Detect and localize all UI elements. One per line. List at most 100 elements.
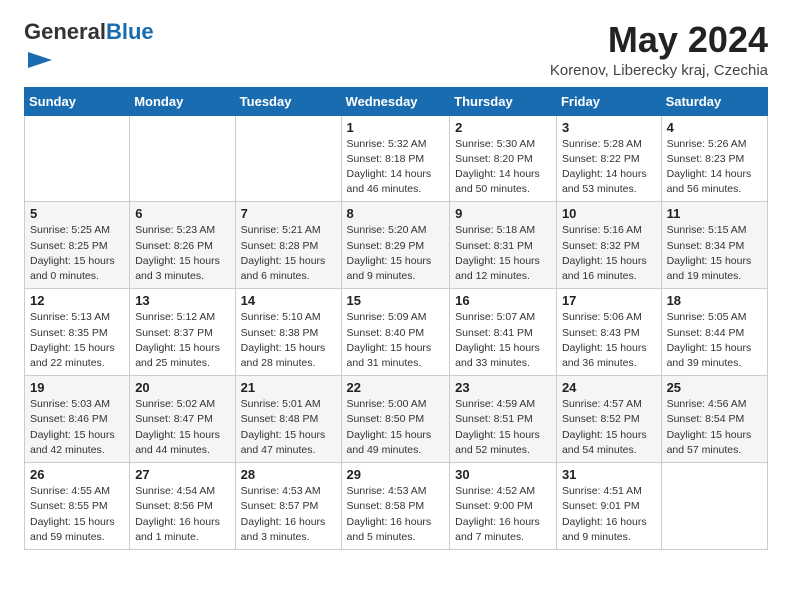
table-row: 17Sunrise: 5:06 AM Sunset: 8:43 PM Dayli… xyxy=(556,289,661,376)
table-row: 30 Sunrise: 4:52 AM Sunset: 9:00 PM Dayli… xyxy=(450,463,557,550)
day-info: Sunrise: 5:03 AM Sunset: 8:46 PM Dayligh… xyxy=(30,397,124,458)
day-number: 29 xyxy=(347,467,445,482)
table-row: 13 Sunrise: 5:12 AM Sunset: 8:37 PM Dayli… xyxy=(130,289,235,376)
page-header: GeneralBlue May 2024 Korenov, Liberecky … xyxy=(24,20,768,79)
col-wednesday: Wednesday xyxy=(341,87,450,115)
calendar-page: GeneralBlue May 2024 Korenov, Liberecky … xyxy=(0,0,792,566)
table-row: 31 Sunrise: 4:51 AM Sunset: 9:01 PM Dayli… xyxy=(556,463,661,550)
day-number: 16 xyxy=(455,293,551,308)
calendar-week-row: 5 Sunrise: 5:25 AM Sunset: 8:25 PM Daylig… xyxy=(25,202,768,289)
day-number: 1 xyxy=(347,120,445,135)
table-row xyxy=(130,115,235,202)
day-number: 6 xyxy=(135,206,229,221)
day-number: 3 xyxy=(562,120,656,135)
logo-icon xyxy=(26,46,54,74)
day-number: 5 xyxy=(30,206,124,221)
table-row: 7Sunrise: 5:21 AM Sunset: 8:28 PM Daylig… xyxy=(235,202,341,289)
table-row: 10Sunrise: 5:16 AM Sunset: 8:32 PM Dayli… xyxy=(556,202,661,289)
table-row: 12 Sunrise: 5:13 AM Sunset: 8:35 PM Dayli… xyxy=(25,289,130,376)
day-number: 26 xyxy=(30,467,124,482)
table-row: 14 Sunrise: 5:10 AM Sunset: 8:38 PM Dayli… xyxy=(235,289,341,376)
day-info: Sunrise: 5:20 AM Sunset: 8:29 PM Dayligh… xyxy=(347,223,445,284)
day-number: 19 xyxy=(30,380,124,395)
calendar-week-row: 12 Sunrise: 5:13 AM Sunset: 8:35 PM Dayli… xyxy=(25,289,768,376)
day-info: Sunrise: 5:21 AM Sunset: 8:28 PM Dayligh… xyxy=(241,223,336,284)
day-info: Sunrise: 4:53 AM Sunset: 8:58 PM Dayligh… xyxy=(347,484,445,545)
day-info: Sunrise: 5:02 AM Sunset: 8:47 PM Dayligh… xyxy=(135,397,229,458)
col-thursday: Thursday xyxy=(450,87,557,115)
table-row: 15 Sunrise: 5:09 AM Sunset: 8:40 PM Dayli… xyxy=(341,289,450,376)
table-row: 24Sunrise: 4:57 AM Sunset: 8:52 PM Dayli… xyxy=(556,376,661,463)
month-year-title: May 2024 xyxy=(550,20,768,60)
table-row: 9Sunrise: 5:18 AM Sunset: 8:31 PM Daylig… xyxy=(450,202,557,289)
day-info: Sunrise: 5:26 AM Sunset: 8:23 PM Dayligh… xyxy=(667,137,762,198)
table-row: 1Sunrise: 5:32 AM Sunset: 8:18 PM Daylig… xyxy=(341,115,450,202)
day-number: 23 xyxy=(455,380,551,395)
col-friday: Friday xyxy=(556,87,661,115)
day-number: 25 xyxy=(667,380,762,395)
day-info: Sunrise: 4:54 AM Sunset: 8:56 PM Dayligh… xyxy=(135,484,229,545)
day-info: Sunrise: 4:51 AM Sunset: 9:01 PM Dayligh… xyxy=(562,484,656,545)
day-info: Sunrise: 5:25 AM Sunset: 8:25 PM Dayligh… xyxy=(30,223,124,284)
day-info: Sunrise: 5:10 AM Sunset: 8:38 PM Dayligh… xyxy=(241,310,336,371)
calendar-header-row: Sunday Monday Tuesday Wednesday Thursday… xyxy=(25,87,768,115)
day-number: 31 xyxy=(562,467,656,482)
col-tuesday: Tuesday xyxy=(235,87,341,115)
day-number: 18 xyxy=(667,293,762,308)
table-row: 18 Sunrise: 5:05 AM Sunset: 8:44 PM Dayli… xyxy=(661,289,767,376)
day-info: Sunrise: 5:28 AM Sunset: 8:22 PM Dayligh… xyxy=(562,137,656,198)
table-row: 3 Sunrise: 5:28 AM Sunset: 8:22 PM Daylig… xyxy=(556,115,661,202)
day-info: Sunrise: 5:15 AM Sunset: 8:34 PM Dayligh… xyxy=(667,223,762,284)
table-row: 19 Sunrise: 5:03 AM Sunset: 8:46 PM Dayli… xyxy=(25,376,130,463)
table-row: 29 Sunrise: 4:53 AM Sunset: 8:58 PM Dayli… xyxy=(341,463,450,550)
day-info: Sunrise: 5:30 AM Sunset: 8:20 PM Dayligh… xyxy=(455,137,551,198)
logo: GeneralBlue xyxy=(24,20,154,74)
col-saturday: Saturday xyxy=(661,87,767,115)
day-info: Sunrise: 4:56 AM Sunset: 8:54 PM Dayligh… xyxy=(667,397,762,458)
location-subtitle: Korenov, Liberecky kraj, Czechia xyxy=(550,62,768,79)
title-block: May 2024 Korenov, Liberecky kraj, Czechi… xyxy=(550,20,768,79)
day-number: 8 xyxy=(347,206,445,221)
day-info: Sunrise: 5:09 AM Sunset: 8:40 PM Dayligh… xyxy=(347,310,445,371)
table-row: 27Sunrise: 4:54 AM Sunset: 8:56 PM Dayli… xyxy=(130,463,235,550)
day-number: 21 xyxy=(241,380,336,395)
table-row: 22 Sunrise: 5:00 AM Sunset: 8:50 PM Dayli… xyxy=(341,376,450,463)
calendar-week-row: 19 Sunrise: 5:03 AM Sunset: 8:46 PM Dayli… xyxy=(25,376,768,463)
day-info: Sunrise: 4:52 AM Sunset: 9:00 PM Dayligh… xyxy=(455,484,551,545)
day-info: Sunrise: 5:12 AM Sunset: 8:37 PM Dayligh… xyxy=(135,310,229,371)
day-info: Sunrise: 5:23 AM Sunset: 8:26 PM Dayligh… xyxy=(135,223,229,284)
day-info: Sunrise: 4:53 AM Sunset: 8:57 PM Dayligh… xyxy=(241,484,336,545)
col-monday: Monday xyxy=(130,87,235,115)
calendar-week-row: 1Sunrise: 5:32 AM Sunset: 8:18 PM Daylig… xyxy=(25,115,768,202)
day-info: Sunrise: 5:00 AM Sunset: 8:50 PM Dayligh… xyxy=(347,397,445,458)
day-info: Sunrise: 5:05 AM Sunset: 8:44 PM Dayligh… xyxy=(667,310,762,371)
table-row: 4Sunrise: 5:26 AM Sunset: 8:23 PM Daylig… xyxy=(661,115,767,202)
table-row xyxy=(661,463,767,550)
table-row: 8 Sunrise: 5:20 AM Sunset: 8:29 PM Daylig… xyxy=(341,202,450,289)
day-number: 2 xyxy=(455,120,551,135)
table-row: 23 Sunrise: 4:59 AM Sunset: 8:51 PM Dayli… xyxy=(450,376,557,463)
table-row: 26Sunrise: 4:55 AM Sunset: 8:55 PM Dayli… xyxy=(25,463,130,550)
day-number: 12 xyxy=(30,293,124,308)
day-number: 10 xyxy=(562,206,656,221)
day-info: Sunrise: 5:07 AM Sunset: 8:41 PM Dayligh… xyxy=(455,310,551,371)
table-row xyxy=(25,115,130,202)
table-row xyxy=(235,115,341,202)
day-number: 13 xyxy=(135,293,229,308)
day-info: Sunrise: 5:18 AM Sunset: 8:31 PM Dayligh… xyxy=(455,223,551,284)
table-row: 20Sunrise: 5:02 AM Sunset: 8:47 PM Dayli… xyxy=(130,376,235,463)
day-info: Sunrise: 5:13 AM Sunset: 8:35 PM Dayligh… xyxy=(30,310,124,371)
table-row: 25 Sunrise: 4:56 AM Sunset: 8:54 PM Dayli… xyxy=(661,376,767,463)
day-number: 30 xyxy=(455,467,551,482)
table-row: 11 Sunrise: 5:15 AM Sunset: 8:34 PM Dayli… xyxy=(661,202,767,289)
day-number: 15 xyxy=(347,293,445,308)
table-row: 21Sunrise: 5:01 AM Sunset: 8:48 PM Dayli… xyxy=(235,376,341,463)
day-number: 22 xyxy=(347,380,445,395)
table-row: 5 Sunrise: 5:25 AM Sunset: 8:25 PM Daylig… xyxy=(25,202,130,289)
day-number: 11 xyxy=(667,206,762,221)
table-row: 2 Sunrise: 5:30 AM Sunset: 8:20 PM Daylig… xyxy=(450,115,557,202)
calendar-table: Sunday Monday Tuesday Wednesday Thursday… xyxy=(24,87,768,550)
day-number: 14 xyxy=(241,293,336,308)
day-number: 24 xyxy=(562,380,656,395)
day-info: Sunrise: 4:59 AM Sunset: 8:51 PM Dayligh… xyxy=(455,397,551,458)
